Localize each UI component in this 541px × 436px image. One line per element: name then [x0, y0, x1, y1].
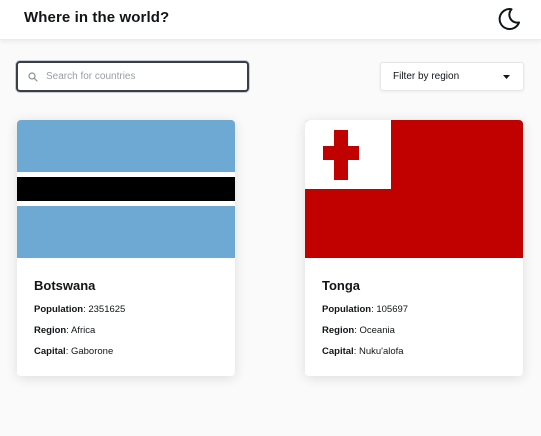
search-field[interactable]	[16, 61, 249, 92]
app-title: Where in the world?	[24, 9, 170, 26]
theme-toggle-button[interactable]	[494, 4, 524, 34]
population-row: Population: 2351625	[34, 304, 126, 315]
country-card-botswana[interactable]: Botswana Population: 2351625 Region: Afr…	[17, 120, 235, 376]
population-value: 105697	[376, 304, 409, 315]
app-header: Where in the world?	[0, 0, 541, 40]
population-row: Population: 105697	[322, 304, 409, 315]
region-row: Region: Africa	[34, 325, 96, 336]
capital-row: Capital: Nuku'alofa	[322, 346, 404, 357]
region-filter-label: Filter by region	[393, 71, 460, 82]
region-filter-dropdown[interactable]: Filter by region	[380, 62, 524, 91]
capital-value: Gaborone	[70, 346, 114, 357]
capital-value: Nuku'alofa	[358, 346, 404, 357]
search-icon	[27, 71, 39, 83]
region-row: Region: Oceania	[322, 325, 395, 336]
region-value: Africa	[70, 325, 96, 336]
country-name: Tonga	[322, 278, 361, 293]
population-label: Population	[34, 304, 84, 315]
moon-icon	[498, 8, 520, 31]
capital-row: Capital: Gaborone	[34, 346, 114, 357]
flag-botswana	[17, 120, 235, 258]
region-label: Region	[322, 325, 355, 336]
caret-down-icon	[503, 74, 510, 79]
region-value: Oceania	[359, 325, 395, 336]
region-label: Region	[34, 325, 67, 336]
capital-label: Capital	[34, 346, 66, 357]
country-name: Botswana	[34, 278, 96, 293]
population-value: 2351625	[88, 304, 126, 315]
population-label: Population	[322, 304, 372, 315]
search-input[interactable]	[46, 66, 236, 87]
capital-label: Capital	[322, 346, 354, 357]
flag-tonga	[305, 120, 523, 258]
country-card-tonga[interactable]: Tonga Population: 105697 Region: Oceania…	[305, 120, 523, 376]
